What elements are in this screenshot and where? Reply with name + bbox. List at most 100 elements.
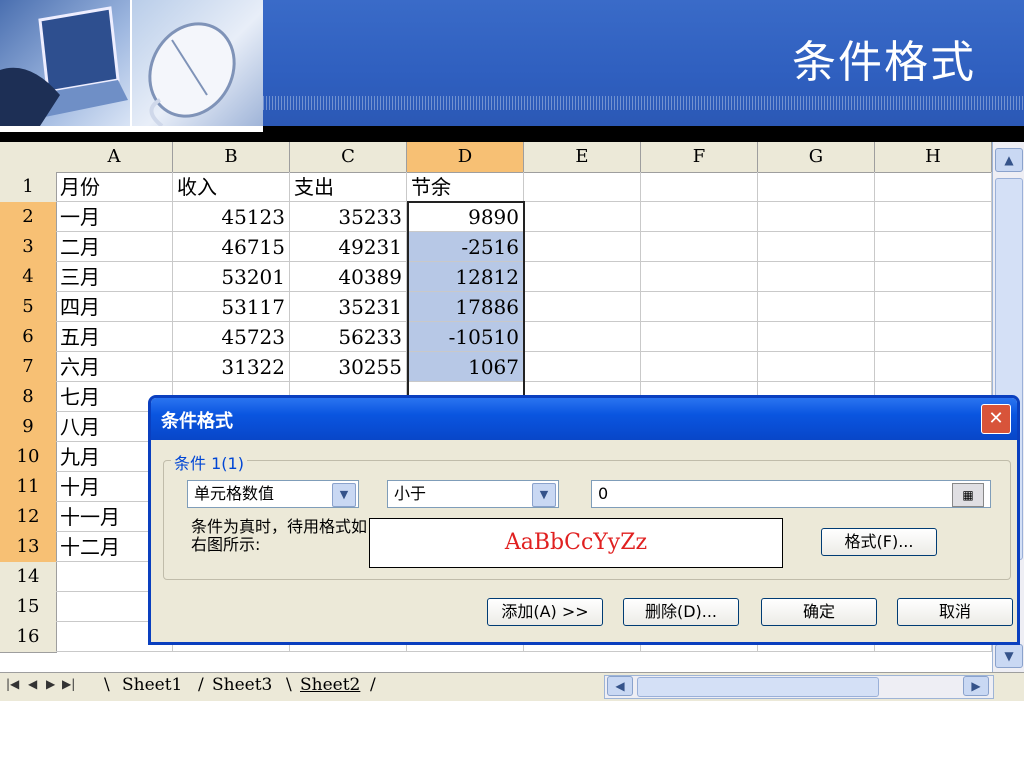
table-cell[interactable] [875, 262, 992, 292]
table-cell[interactable] [875, 202, 992, 232]
horizontal-scroll-thumb[interactable] [637, 677, 879, 697]
table-cell[interactable]: 49231 [290, 232, 407, 262]
add-button[interactable]: 添加(A) >> [487, 598, 603, 626]
column-header-f[interactable]: F [641, 142, 758, 173]
table-cell[interactable]: 45723 [173, 322, 290, 352]
table-cell[interactable] [875, 292, 992, 322]
table-cell[interactable] [524, 352, 641, 382]
ok-button[interactable]: 确定 [761, 598, 877, 626]
format-button[interactable]: 格式(F)... [821, 528, 937, 556]
table-cell[interactable]: 二月 [56, 232, 173, 262]
row-header[interactable]: 8 [0, 382, 57, 413]
table-cell[interactable]: 支出 [290, 172, 407, 202]
scroll-up-icon[interactable]: ▲ [995, 148, 1023, 172]
scroll-right-icon[interactable]: ▶ [963, 676, 989, 696]
table-cell[interactable] [758, 292, 875, 322]
scroll-down-icon[interactable]: ▼ [995, 644, 1023, 668]
table-cell[interactable] [758, 172, 875, 202]
close-icon[interactable]: ✕ [981, 404, 1011, 434]
table-cell[interactable]: 五月 [56, 322, 173, 352]
table-cell[interactable] [875, 352, 992, 382]
table-cell[interactable]: 31322 [173, 352, 290, 382]
condition-value-input[interactable]: 0 ▦ [591, 480, 991, 508]
row-header[interactable]: 3 [0, 232, 57, 263]
delete-button[interactable]: 删除(D)... [623, 598, 739, 626]
table-cell[interactable] [758, 202, 875, 232]
row-header[interactable]: 16 [0, 622, 57, 653]
row-header[interactable]: 5 [0, 292, 57, 323]
column-header-e[interactable]: E [524, 142, 641, 173]
table-cell[interactable] [524, 262, 641, 292]
row-header[interactable]: 15 [0, 592, 57, 623]
last-sheet-icon[interactable]: ▶| [62, 677, 75, 691]
row-header[interactable]: 4 [0, 262, 57, 293]
first-sheet-icon[interactable]: |◀ [6, 677, 19, 691]
table-cell[interactable]: 45123 [173, 202, 290, 232]
table-cell[interactable]: 六月 [56, 352, 173, 382]
chevron-down-icon[interactable]: ▼ [332, 483, 356, 507]
table-cell[interactable]: 56233 [290, 322, 407, 352]
table-cell[interactable] [524, 232, 641, 262]
table-cell[interactable]: 53117 [173, 292, 290, 322]
collapse-dialog-icon[interactable]: ▦ [952, 483, 984, 507]
table-cell[interactable]: 四月 [56, 292, 173, 322]
row-header[interactable]: 7 [0, 352, 57, 383]
row-header[interactable]: 11 [0, 472, 57, 503]
table-cell[interactable] [641, 292, 758, 322]
table-cell[interactable] [875, 322, 992, 352]
dialog-titlebar[interactable]: 条件格式 ✕ [151, 398, 1017, 440]
table-cell[interactable]: 1067 [407, 352, 524, 382]
chevron-down-icon[interactable]: ▼ [532, 483, 556, 507]
table-cell[interactable] [641, 202, 758, 232]
table-cell[interactable]: 53201 [173, 262, 290, 292]
column-header-c[interactable]: C [290, 142, 407, 173]
select-all-corner[interactable] [0, 142, 57, 173]
table-cell[interactable] [758, 232, 875, 262]
tab-sheet3[interactable]: Sheet3 [212, 675, 272, 695]
column-header-h[interactable]: H [875, 142, 992, 173]
table-cell[interactable]: 收入 [173, 172, 290, 202]
row-header[interactable]: 9 [0, 412, 57, 443]
table-cell[interactable]: 一月 [56, 202, 173, 232]
prev-sheet-icon[interactable]: ◀ [28, 677, 37, 691]
table-cell[interactable] [641, 172, 758, 202]
column-header-a[interactable]: A [56, 142, 173, 173]
table-cell[interactable] [524, 202, 641, 232]
table-cell[interactable]: 35231 [290, 292, 407, 322]
next-sheet-icon[interactable]: ▶ [46, 677, 55, 691]
condition-type-select[interactable]: 单元格数值 ▼ [187, 480, 359, 508]
table-cell[interactable] [524, 322, 641, 352]
tab-sheet2[interactable]: Sheet2 [300, 675, 360, 695]
column-header-b[interactable]: B [173, 142, 290, 173]
table-cell[interactable] [875, 172, 992, 202]
row-header[interactable]: 2 [0, 202, 57, 233]
tab-sheet1[interactable]: Sheet1 [122, 675, 182, 695]
cancel-button[interactable]: 取消 [897, 598, 1013, 626]
table-cell[interactable] [641, 352, 758, 382]
scroll-left-icon[interactable]: ◀ [607, 676, 633, 696]
table-cell[interactable]: 40389 [290, 262, 407, 292]
column-header-g[interactable]: G [758, 142, 875, 173]
table-cell[interactable] [758, 322, 875, 352]
table-cell[interactable] [758, 352, 875, 382]
table-cell[interactable]: -2516 [407, 232, 524, 262]
table-cell[interactable]: 节余 [407, 172, 524, 202]
horizontal-scrollbar[interactable]: ◀ ▶ [604, 675, 994, 699]
table-cell[interactable]: 月份 [56, 172, 173, 202]
table-cell[interactable] [758, 262, 875, 292]
row-header[interactable]: 6 [0, 322, 57, 353]
table-cell[interactable] [641, 262, 758, 292]
table-cell[interactable]: 46715 [173, 232, 290, 262]
table-cell[interactable]: 三月 [56, 262, 173, 292]
row-header[interactable]: 14 [0, 562, 57, 593]
table-cell[interactable]: 17886 [407, 292, 524, 322]
table-cell[interactable] [524, 292, 641, 322]
row-header[interactable]: 13 [0, 532, 57, 563]
row-header[interactable]: 10 [0, 442, 57, 473]
table-cell[interactable] [641, 322, 758, 352]
table-cell[interactable]: 12812 [407, 262, 524, 292]
table-cell[interactable]: 30255 [290, 352, 407, 382]
operator-select[interactable]: 小于 ▼ [387, 480, 559, 508]
table-cell[interactable] [524, 172, 641, 202]
row-header[interactable]: 12 [0, 502, 57, 533]
